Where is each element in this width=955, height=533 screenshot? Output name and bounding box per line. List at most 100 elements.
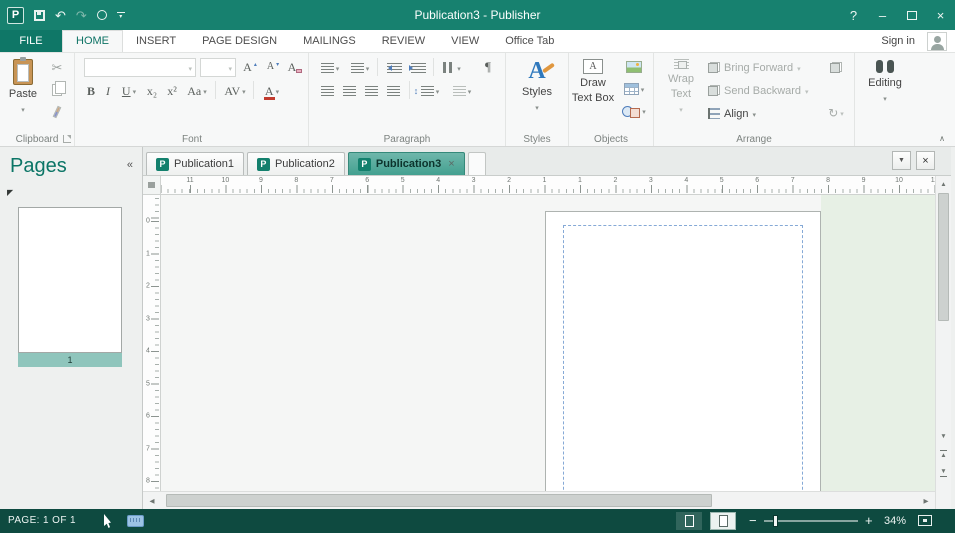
workspace-canvas[interactable] xyxy=(161,195,935,491)
publication-page[interactable] xyxy=(545,211,821,491)
single-page-view-button[interactable] xyxy=(710,512,736,530)
ribbon-tab-mailings[interactable]: MAILINGS xyxy=(290,30,369,52)
horizontal-scrollbar-thumb[interactable] xyxy=(166,494,712,507)
align-center-button[interactable] xyxy=(339,80,359,101)
minimize-button[interactable]: – xyxy=(868,0,897,30)
zoom-in-button[interactable]: + xyxy=(865,509,873,533)
underline-button[interactable]: U xyxy=(116,80,142,101)
user-avatar[interactable] xyxy=(927,32,947,51)
underline-dropdown-icon[interactable] xyxy=(133,85,137,97)
horizontal-ruler[interactable]: 11109876543211234567891011 xyxy=(161,176,935,195)
close-document-button[interactable]: × xyxy=(916,151,935,170)
vertical-ruler[interactable]: 012345678 xyxy=(143,195,161,491)
save-icon[interactable] xyxy=(34,10,45,21)
insert-picture-button[interactable] xyxy=(619,56,649,77)
font-color-dropdown-icon[interactable] xyxy=(276,85,280,97)
two-page-view-button[interactable] xyxy=(676,512,702,530)
line-spacing-dropdown-icon[interactable] xyxy=(436,85,440,97)
scroll-right-button[interactable]: ▶ xyxy=(917,492,935,509)
help-button[interactable]: ? xyxy=(839,0,868,30)
increase-indent-button[interactable] xyxy=(407,57,429,78)
clipboard-dialog-launcher-icon[interactable] xyxy=(63,135,71,143)
customize-quick-access-icon[interactable] xyxy=(117,12,125,19)
undo-icon[interactable]: ↶ xyxy=(55,9,66,22)
align-left-button[interactable] xyxy=(317,80,337,101)
superscript-button[interactable]: x² xyxy=(162,80,182,101)
numbering-dropdown-icon[interactable] xyxy=(366,62,370,74)
numbering-button[interactable] xyxy=(347,57,373,78)
publisher-app-icon[interactable]: P xyxy=(7,7,24,24)
new-tab-stub[interactable] xyxy=(468,152,486,175)
line-spacing-button[interactable] xyxy=(417,80,443,101)
ribbon-tab-page-design[interactable]: PAGE DESIGN xyxy=(189,30,290,52)
touch-mode-icon[interactable] xyxy=(97,10,107,20)
ribbon-tab-office-tab[interactable]: Office Tab xyxy=(492,30,567,52)
ribbon-tab-file[interactable]: FILE xyxy=(0,30,62,52)
columns-dropdown-icon[interactable] xyxy=(457,62,461,74)
align-right-button[interactable] xyxy=(361,80,381,101)
ribbon-tab-insert[interactable]: INSERT xyxy=(123,30,189,52)
change-case-dropdown-icon[interactable] xyxy=(203,85,207,97)
close-tab-icon[interactable]: × xyxy=(448,159,454,170)
ribbon-tab-review[interactable]: REVIEW xyxy=(369,30,438,52)
shapes-dropdown-icon[interactable] xyxy=(642,105,646,117)
vertical-scrollbar[interactable]: ▲ ▼ ▲ ▼ xyxy=(935,176,951,509)
cut-button[interactable]: ✂ xyxy=(44,57,70,78)
document-tab-publication3[interactable]: PPublication3× xyxy=(348,152,465,175)
scroll-left-button[interactable]: ◀ xyxy=(143,492,161,509)
insert-shapes-button[interactable] xyxy=(619,100,649,121)
scroll-up-button[interactable]: ▲ xyxy=(936,176,951,193)
copy-button[interactable] xyxy=(44,79,70,100)
font-size-dropdown-icon[interactable] xyxy=(228,62,232,74)
clear-formatting-button[interactable]: A xyxy=(284,56,306,77)
horizontal-scrollbar[interactable]: ◀ ▶ xyxy=(143,491,935,509)
italic-button[interactable]: I xyxy=(100,80,116,101)
ribbon-tab-view[interactable]: VIEW xyxy=(438,30,492,52)
show-paragraph-marks-button[interactable]: ¶ xyxy=(477,56,499,77)
table-dropdown-icon[interactable] xyxy=(641,83,645,95)
previous-page-button[interactable]: ▲ xyxy=(936,446,951,463)
document-tab-publication1[interactable]: PPublication1 xyxy=(146,152,244,175)
tab-list-dropdown-button[interactable]: ▼ xyxy=(892,151,911,170)
character-spacing-dropdown-icon[interactable] xyxy=(242,85,246,97)
ribbon-tab-home[interactable]: HOME xyxy=(62,30,123,52)
paragraph-spacing-dropdown-icon[interactable] xyxy=(468,85,472,97)
character-spacing-button[interactable]: AV xyxy=(219,80,251,101)
insert-table-button[interactable] xyxy=(619,78,649,99)
scroll-down-button[interactable]: ▼ xyxy=(936,428,951,445)
font-name-combobox[interactable] xyxy=(84,58,196,77)
styles-button[interactable]: A Styles xyxy=(513,53,561,127)
align-button[interactable]: Align xyxy=(708,104,756,123)
editing-button[interactable]: Editing xyxy=(861,53,909,127)
page-thumbnail[interactable] xyxy=(18,207,122,353)
change-case-button[interactable]: Aa xyxy=(182,80,212,101)
zoom-percentage[interactable]: 34% xyxy=(884,509,906,533)
bullets-button[interactable] xyxy=(317,57,343,78)
page-count-status[interactable]: PAGE: 1 OF 1 xyxy=(8,509,76,533)
sign-in-link[interactable]: Sign in xyxy=(881,30,915,53)
document-tab-publication2[interactable]: PPublication2 xyxy=(247,152,345,175)
vertical-scrollbar-thumb[interactable] xyxy=(938,193,949,321)
close-button[interactable]: × xyxy=(926,0,955,30)
page-thumbnail-number[interactable]: 1 xyxy=(18,353,122,367)
maximize-button[interactable] xyxy=(897,0,926,30)
zoom-slider-thumb[interactable] xyxy=(773,515,778,527)
grow-font-button[interactable]: A xyxy=(239,56,261,77)
zoom-out-button[interactable]: − xyxy=(749,509,757,533)
font-size-combobox[interactable] xyxy=(200,58,236,77)
draw-text-box-button[interactable]: Draw Text Box xyxy=(571,53,615,127)
decrease-indent-button[interactable] xyxy=(383,57,405,78)
align-dropdown-icon[interactable] xyxy=(752,108,756,120)
paragraph-spacing-button[interactable] xyxy=(449,80,475,101)
fit-page-button[interactable] xyxy=(918,515,932,526)
subscript-button[interactable]: x₂ xyxy=(142,80,162,101)
columns-button[interactable] xyxy=(439,57,465,78)
bullets-dropdown-icon[interactable] xyxy=(336,62,340,74)
justify-button[interactable] xyxy=(383,80,403,101)
paste-button[interactable]: Paste xyxy=(4,53,42,127)
ruler-corner[interactable] xyxy=(143,176,161,195)
next-page-button[interactable]: ▼ xyxy=(936,464,951,481)
zoom-slider[interactable] xyxy=(764,520,858,522)
bold-button[interactable]: B xyxy=(82,80,100,101)
collapse-ribbon-icon[interactable]: ∧ xyxy=(939,134,945,143)
